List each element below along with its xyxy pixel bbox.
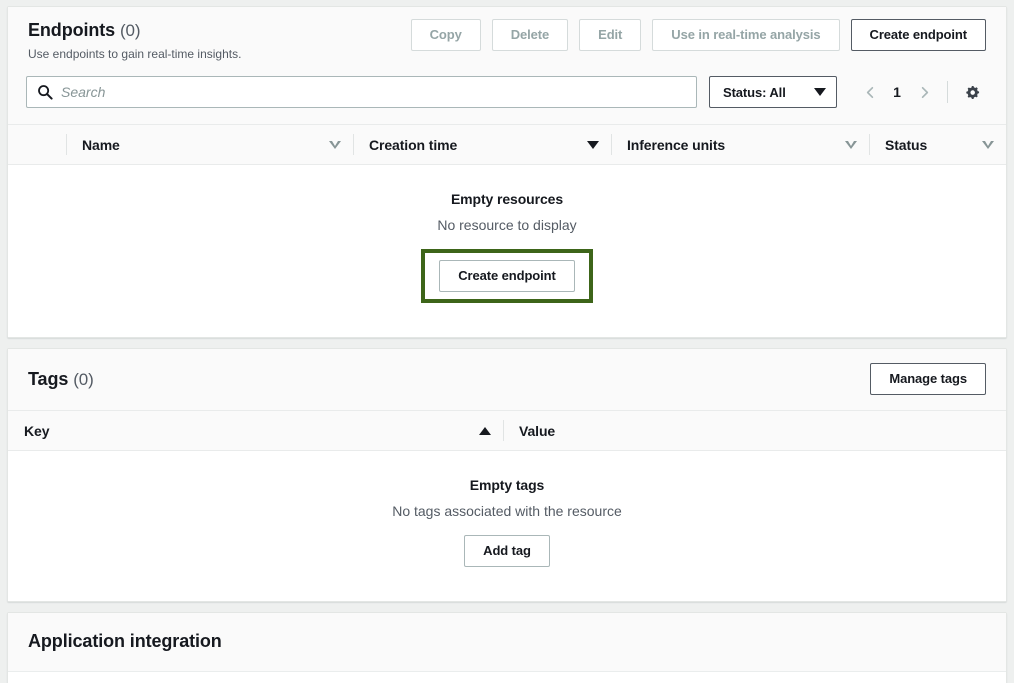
- application-integration-header: Application integration: [8, 613, 1006, 672]
- column-header-key[interactable]: Key: [8, 411, 503, 450]
- column-header-inference-units[interactable]: Inference units: [611, 125, 869, 164]
- sort-none-icon: [329, 140, 341, 149]
- status-filter-dropdown[interactable]: Status: All: [709, 76, 837, 108]
- application-integration-panel: Application integration Use Amazon Compr…: [7, 612, 1007, 683]
- empty-tags-title: Empty tags: [469, 477, 545, 493]
- endpoints-empty-state: Empty resources No resource to display C…: [8, 165, 1006, 337]
- endpoints-header: Endpoints (0) Use endpoints to gain real…: [8, 7, 1006, 76]
- search-field[interactable]: [26, 76, 697, 108]
- create-endpoint-empty-button[interactable]: Create endpoint: [439, 260, 575, 292]
- tags-panel: Tags (0) Manage tags Key Value Empty tag…: [7, 348, 1007, 602]
- create-endpoint-button[interactable]: Create endpoint: [850, 19, 986, 51]
- empty-state-subtitle: No resource to display: [437, 217, 577, 233]
- column-label: Value: [519, 422, 556, 439]
- column-header-name[interactable]: Name: [66, 125, 353, 164]
- preferences-gear-button[interactable]: [958, 78, 988, 106]
- column-label: Status: [885, 136, 928, 153]
- endpoints-title-text: Endpoints: [28, 20, 116, 40]
- search-input[interactable]: [53, 78, 696, 106]
- pagination-prev-button[interactable]: [857, 78, 883, 106]
- empty-tags-subtitle: No tags associated with the resource: [392, 503, 622, 519]
- empty-state-title: Empty resources: [450, 191, 564, 207]
- endpoints-title-block: Endpoints (0) Use endpoints to gain real…: [28, 19, 241, 62]
- column-label: Creation time: [369, 136, 458, 153]
- column-header-creation-time[interactable]: Creation time: [353, 125, 611, 164]
- edit-button[interactable]: Edit: [579, 19, 642, 51]
- page-title: Endpoints (0): [28, 19, 241, 42]
- tags-empty-state: Empty tags No tags associated with the r…: [8, 451, 1006, 601]
- column-label: Name: [82, 136, 120, 153]
- search-icon: [37, 84, 53, 100]
- tags-title: Tags (0): [28, 368, 94, 391]
- pagination-next-button[interactable]: [911, 78, 937, 106]
- endpoints-actions: Copy Delete Edit Use in real-time analys…: [410, 19, 986, 51]
- select-all-column: [8, 125, 66, 164]
- endpoints-table-header: Name Creation time Inference units Statu…: [8, 124, 1006, 165]
- application-integration-body: Use Amazon Comprehend APIs to manage you…: [8, 672, 1006, 683]
- add-tag-button[interactable]: Add tag: [464, 535, 550, 567]
- sort-none-icon: [982, 140, 994, 149]
- application-integration-title: Application integration: [28, 631, 222, 651]
- column-header-status[interactable]: Status: [869, 125, 1006, 164]
- manage-tags-button[interactable]: Manage tags: [870, 363, 986, 395]
- sort-none-icon: [845, 140, 857, 149]
- tags-title-text: Tags: [28, 368, 69, 389]
- pagination: 1: [849, 78, 988, 106]
- create-endpoint-highlight: Create endpoint: [421, 249, 593, 303]
- sort-ascending-icon: [479, 426, 491, 435]
- column-label: Inference units: [627, 136, 726, 153]
- use-in-realtime-analysis-button[interactable]: Use in real-time analysis: [652, 19, 840, 51]
- endpoints-panel: Endpoints (0) Use endpoints to gain real…: [7, 6, 1007, 338]
- chevron-down-icon: [814, 88, 826, 96]
- delete-button[interactable]: Delete: [491, 19, 569, 51]
- endpoints-count: (0): [120, 21, 141, 40]
- tags-header: Tags (0) Manage tags: [8, 349, 1006, 410]
- pagination-page-1[interactable]: 1: [885, 84, 909, 100]
- column-header-value[interactable]: Value: [503, 411, 1006, 450]
- tags-count: (0): [73, 369, 94, 389]
- sort-descending-icon: [587, 140, 599, 149]
- column-label: Key: [24, 422, 50, 439]
- tags-table-header: Key Value: [8, 410, 1006, 451]
- pagination-divider: [947, 81, 948, 103]
- endpoints-description: Use endpoints to gain real-time insights…: [28, 47, 242, 61]
- endpoints-filter-row: Status: All 1: [8, 76, 1006, 124]
- page-root: Endpoints (0) Use endpoints to gain real…: [0, 0, 1014, 683]
- status-filter-label: Status: All: [723, 84, 786, 100]
- copy-button[interactable]: Copy: [410, 19, 481, 51]
